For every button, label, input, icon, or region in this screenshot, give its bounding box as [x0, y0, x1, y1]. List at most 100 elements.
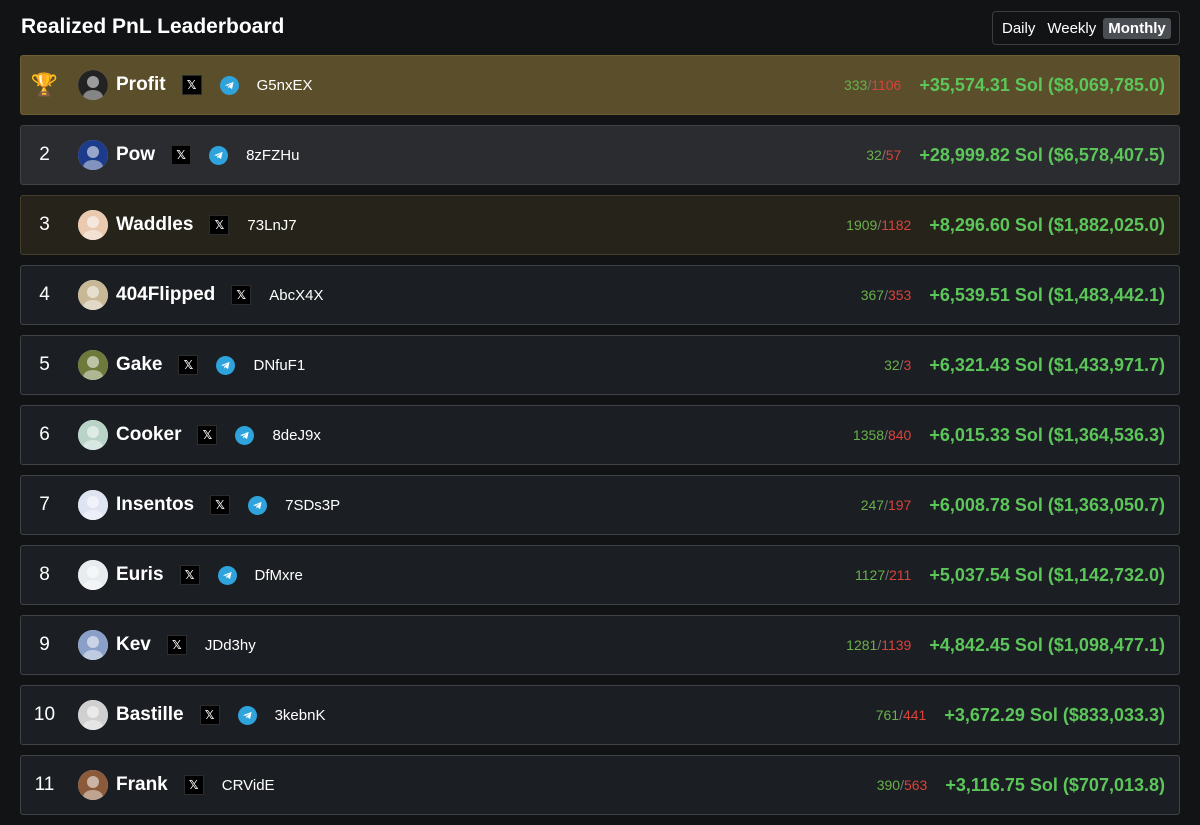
x-icon[interactable]: 𝕏 [178, 355, 199, 375]
trade-counts: 1909/1182 [846, 217, 911, 233]
avatar[interactable] [78, 490, 108, 520]
avatar[interactable] [78, 420, 108, 450]
leaderboard-row[interactable]: 10 Bastille 𝕏 3kebnK 761/441 +3,672.29 S… [20, 685, 1180, 745]
trophy-icon: 🏆 [30, 72, 59, 97]
telegram-icon[interactable] [237, 705, 257, 725]
wins-count: 367 [860, 287, 885, 303]
avatar[interactable] [78, 560, 108, 590]
losses-count: 563 [903, 777, 928, 793]
avatar[interactable] [78, 70, 108, 100]
leaderboard-row[interactable]: 4 404Flipped 𝕏 AbcX4X 367/353 +6,539.51 … [20, 265, 1180, 325]
trader-name[interactable]: 404Flipped [116, 284, 215, 306]
telegram-icon[interactable] [248, 495, 268, 515]
losses-count: 441 [902, 707, 927, 723]
rank-number: 7 [39, 494, 50, 515]
period-weekly-button[interactable]: Weekly [1042, 18, 1101, 39]
trade-counts: 247/197 [861, 497, 912, 513]
avatar[interactable] [78, 280, 108, 310]
trade-counts: 333/1106 [844, 77, 901, 93]
trade-counts: 32/3 [884, 357, 911, 373]
losses-count: 1106 [871, 77, 902, 93]
trader-name[interactable]: Cooker [116, 424, 181, 446]
trade-counts: 1127/211 [855, 567, 911, 583]
avatar[interactable] [78, 770, 108, 800]
x-icon[interactable]: 𝕏 [181, 75, 202, 95]
trader-name[interactable]: Gake [116, 354, 162, 376]
leaderboard-row[interactable]: 2 Pow 𝕏 8zFZHu 32/57 +28,999.82 Sol ($6,… [20, 125, 1180, 185]
leaderboard-row[interactable]: 9 Kev 𝕏 JDd3hy 1281/1139 +4,842.45 Sol (… [20, 615, 1180, 675]
losses-count: 1139 [881, 637, 912, 653]
leaderboard-row[interactable]: 3 Waddles 𝕏 73LnJ7 1909/1182 +8,296.60 S… [20, 195, 1180, 255]
wins-count: 247 [860, 497, 885, 513]
rank-number: 3 [39, 214, 50, 235]
period-toggle: Daily Weekly Monthly [992, 11, 1180, 45]
x-icon[interactable]: 𝕏 [197, 425, 218, 445]
rank-number: 9 [39, 634, 50, 655]
trade-counts: 1358/840 [853, 427, 911, 443]
avatar[interactable] [78, 350, 108, 380]
wins-count: 1127 [855, 567, 886, 583]
leaderboard-row[interactable]: 6 Cooker 𝕏 8deJ9x 1358/840 +6,015.33 Sol… [20, 405, 1180, 465]
avatar[interactable] [78, 630, 108, 660]
avatar[interactable] [78, 210, 108, 240]
wallet-address[interactable]: DfMxre [255, 567, 303, 584]
trader-name[interactable]: Pow [116, 144, 155, 166]
realized-pnl: +35,574.31 Sol ($8,069,785.0) [919, 74, 1165, 95]
telegram-icon[interactable] [209, 145, 229, 165]
wallet-address[interactable]: CRVidE [222, 777, 275, 794]
wins-count: 32 [884, 357, 900, 373]
realized-pnl: +8,296.60 Sol ($1,882,025.0) [929, 214, 1165, 235]
trader-name[interactable]: Euris [116, 564, 164, 586]
trader-name[interactable]: Insentos [116, 494, 194, 516]
trader-name[interactable]: Kev [116, 634, 151, 656]
x-icon[interactable]: 𝕏 [166, 635, 187, 655]
x-icon[interactable]: 𝕏 [199, 705, 220, 725]
trade-counts: 390/563 [877, 777, 928, 793]
x-icon[interactable]: 𝕏 [209, 215, 230, 235]
wallet-address[interactable]: 73LnJ7 [247, 217, 296, 234]
losses-count: 197 [887, 497, 912, 513]
wallet-address[interactable]: DNfuF1 [253, 357, 305, 374]
x-icon[interactable]: 𝕏 [231, 285, 252, 305]
telegram-icon[interactable] [216, 355, 236, 375]
trader-name[interactable]: Profit [116, 74, 166, 96]
realized-pnl: +6,539.51 Sol ($1,483,442.1) [929, 284, 1165, 305]
leaderboard-row[interactable]: 8 Euris 𝕏 DfMxre 1127/211 +5,037.54 Sol … [20, 545, 1180, 605]
avatar[interactable] [78, 700, 108, 730]
wallet-address[interactable]: 7SDs3P [285, 497, 340, 514]
telegram-icon[interactable] [217, 565, 237, 585]
trader-name[interactable]: Waddles [116, 214, 193, 236]
wallet-address[interactable]: 8zFZHu [246, 147, 299, 164]
trader-name[interactable]: Bastille [116, 704, 184, 726]
rank-number: 2 [39, 144, 50, 165]
realized-pnl: +3,672.29 Sol ($833,033.3) [944, 704, 1165, 725]
wallet-address[interactable]: 8deJ9x [272, 427, 320, 444]
telegram-icon[interactable] [235, 425, 255, 445]
rank-number: 5 [39, 354, 50, 375]
leaderboard-row[interactable]: 5 Gake 𝕏 DNfuF1 32/3 +6,321.43 Sol ($1,4… [20, 335, 1180, 395]
wins-count: 32 [866, 147, 882, 163]
leaderboard-row[interactable]: 7 Insentos 𝕏 7SDs3P 247/197 +6,008.78 So… [20, 475, 1180, 535]
realized-pnl: +6,015.33 Sol ($1,364,536.3) [929, 424, 1165, 445]
wallet-address[interactable]: JDd3hy [205, 637, 256, 654]
wallet-address[interactable]: G5nxEX [257, 77, 313, 94]
leaderboard-row[interactable]: 11 Frank 𝕏 CRVidE 390/563 +3,116.75 Sol … [20, 755, 1180, 815]
x-icon[interactable]: 𝕏 [171, 145, 192, 165]
telegram-icon[interactable] [219, 75, 239, 95]
wallet-address[interactable]: 3kebnK [275, 707, 326, 724]
leaderboard-row[interactable]: 🏆 Profit 𝕏 G5nxEX 333/1106 +35,574.31 So… [20, 55, 1180, 115]
wallet-address[interactable]: AbcX4X [269, 287, 323, 304]
x-icon[interactable]: 𝕏 [183, 775, 204, 795]
trader-name[interactable]: Frank [116, 774, 168, 796]
wins-count: 1358 [852, 427, 885, 443]
wins-count: 1909 [846, 217, 878, 233]
x-icon[interactable]: 𝕏 [179, 565, 200, 585]
period-monthly-button[interactable]: Monthly [1103, 17, 1171, 39]
page-title: Realized PnL Leaderboard [21, 15, 285, 38]
wins-count: 1281 [846, 637, 878, 653]
avatar[interactable] [78, 140, 108, 170]
period-daily-button[interactable]: Daily [997, 18, 1040, 39]
realized-pnl: +6,321.43 Sol ($1,433,971.7) [929, 354, 1165, 375]
x-icon[interactable]: 𝕏 [210, 495, 231, 515]
rank-number: 10 [33, 704, 56, 725]
